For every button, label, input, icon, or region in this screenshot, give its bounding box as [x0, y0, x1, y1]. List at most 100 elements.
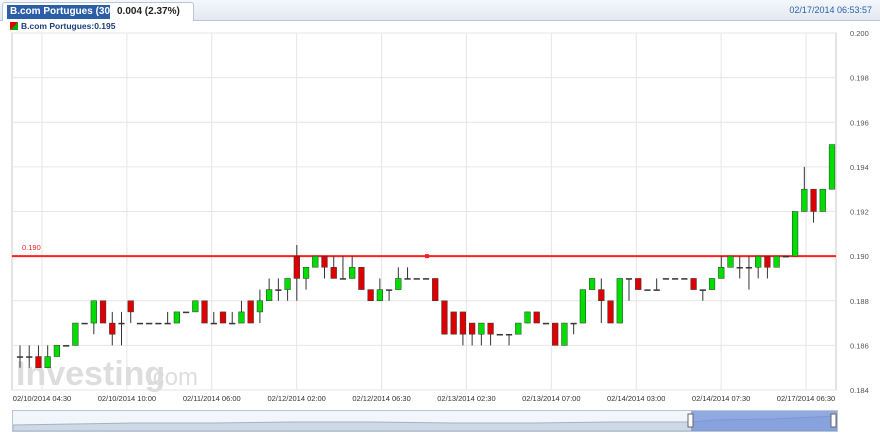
x-tick-label: 02/12/2014 02:00	[267, 394, 325, 403]
candle-body	[16, 356, 24, 358]
candle-body	[99, 300, 107, 324]
candle-body	[616, 278, 623, 324]
x-tick-label: 02/10/2014 04:30	[13, 394, 71, 403]
price-chart[interactable]: 0.200 0.198 0.196 0.194 0.192 0.190 0.188 0.186…	[0, 0, 880, 410]
candle-body	[662, 278, 670, 280]
candle-body	[681, 278, 688, 280]
candle-body	[773, 255, 780, 268]
candle-body	[699, 289, 706, 291]
candle-body	[284, 278, 291, 290]
candle-body	[192, 300, 199, 313]
x-tick-label: 02/14/2014 07:30	[692, 394, 750, 403]
y-tick-label: 0.200	[850, 29, 869, 38]
candle-body	[293, 255, 300, 279]
candle-body	[302, 267, 310, 279]
candle-body	[395, 278, 402, 290]
candle-body	[404, 278, 411, 280]
candle-body	[469, 322, 476, 335]
y-tick-label: 0.192	[850, 208, 869, 217]
candle-body	[736, 267, 743, 269]
navigator-right-handle[interactable]	[830, 413, 837, 428]
x-tick-label: 02/13/2014 07:00	[522, 394, 580, 403]
candle-body	[238, 311, 245, 324]
level-line-handle	[425, 254, 429, 259]
candle-body	[321, 255, 328, 268]
candle-body	[810, 188, 817, 212]
candle-body	[782, 255, 789, 258]
x-tick-label: 02/11/2014 06:00	[183, 394, 241, 403]
y-tick-label: 0.198	[850, 74, 869, 83]
candle-body	[552, 322, 559, 346]
candle-body	[690, 278, 697, 290]
candle-body	[210, 322, 217, 325]
candle-body	[764, 255, 771, 268]
candle-body	[349, 267, 356, 279]
candle-body	[63, 345, 70, 347]
candle-body	[644, 289, 651, 291]
candle-body	[229, 322, 236, 325]
candle-body	[542, 322, 550, 325]
candle-body	[127, 300, 134, 313]
candle-body	[653, 289, 660, 291]
candle-body	[182, 311, 190, 314]
x-axis: 02/10/2014 04:30 02/10/2014 10:00 02/11/20…	[13, 394, 835, 403]
candle-body	[432, 278, 439, 301]
candle-body	[164, 322, 171, 325]
candle-body	[745, 267, 753, 269]
candle-body	[53, 345, 61, 357]
candle-body	[118, 322, 125, 325]
y-tick-label: 0.184	[850, 386, 869, 395]
candle-body	[90, 300, 97, 324]
candle-body	[275, 289, 282, 291]
candle-body	[256, 300, 264, 313]
candle-body	[136, 322, 144, 325]
navigator-selection[interactable]	[691, 411, 837, 431]
candle-body	[515, 322, 522, 335]
candle-body	[413, 278, 420, 280]
candle-body	[561, 322, 568, 346]
candle-body	[81, 322, 88, 325]
candle-body	[635, 278, 642, 290]
candle-body	[330, 267, 337, 279]
candle-body	[819, 188, 826, 212]
y-tick-label: 0.188	[850, 297, 869, 306]
navigator-left-handle[interactable]	[687, 413, 694, 428]
candle-body	[146, 322, 153, 325]
candle-body	[828, 144, 836, 190]
candle-body	[44, 356, 51, 368]
candle-body	[376, 289, 383, 301]
candle-body	[718, 267, 725, 279]
candle-body	[266, 289, 273, 301]
candle-body	[173, 311, 180, 324]
candle-body	[312, 255, 319, 268]
y-axis: 0.200 0.198 0.196 0.194 0.192 0.190 0.188 0.186…	[850, 29, 869, 395]
x-tick-label: 02/12/2014 06:30	[352, 394, 410, 403]
candle-body	[247, 300, 254, 324]
candle-body	[672, 278, 679, 280]
y-tick-label: 0.190	[850, 252, 869, 261]
x-tick-label: 02/14/2014 03:00	[607, 394, 665, 403]
candle-body	[441, 300, 448, 335]
candle-body	[339, 278, 347, 280]
range-navigator[interactable]	[12, 410, 838, 432]
y-tick-label: 0.194	[850, 163, 869, 172]
candle-body	[35, 356, 42, 368]
y-tick-label: 0.196	[850, 118, 869, 127]
candle-body	[109, 322, 116, 335]
candle-body	[72, 322, 79, 346]
navigator-svg	[13, 411, 837, 431]
candle-body	[367, 289, 374, 301]
candle-body	[533, 311, 540, 324]
candle-body	[625, 278, 633, 280]
candle-body	[450, 311, 457, 335]
candle-body	[358, 267, 365, 290]
candle-body	[708, 278, 716, 290]
candle-body	[598, 289, 605, 301]
x-tick-label: 02/10/2014 10:00	[98, 394, 156, 403]
candle-body	[505, 333, 513, 336]
watermark-suffix: .com	[146, 364, 198, 391]
candle-body	[570, 322, 577, 325]
candle-body	[487, 322, 494, 335]
candle-body	[755, 255, 762, 268]
candle-body	[26, 356, 33, 358]
